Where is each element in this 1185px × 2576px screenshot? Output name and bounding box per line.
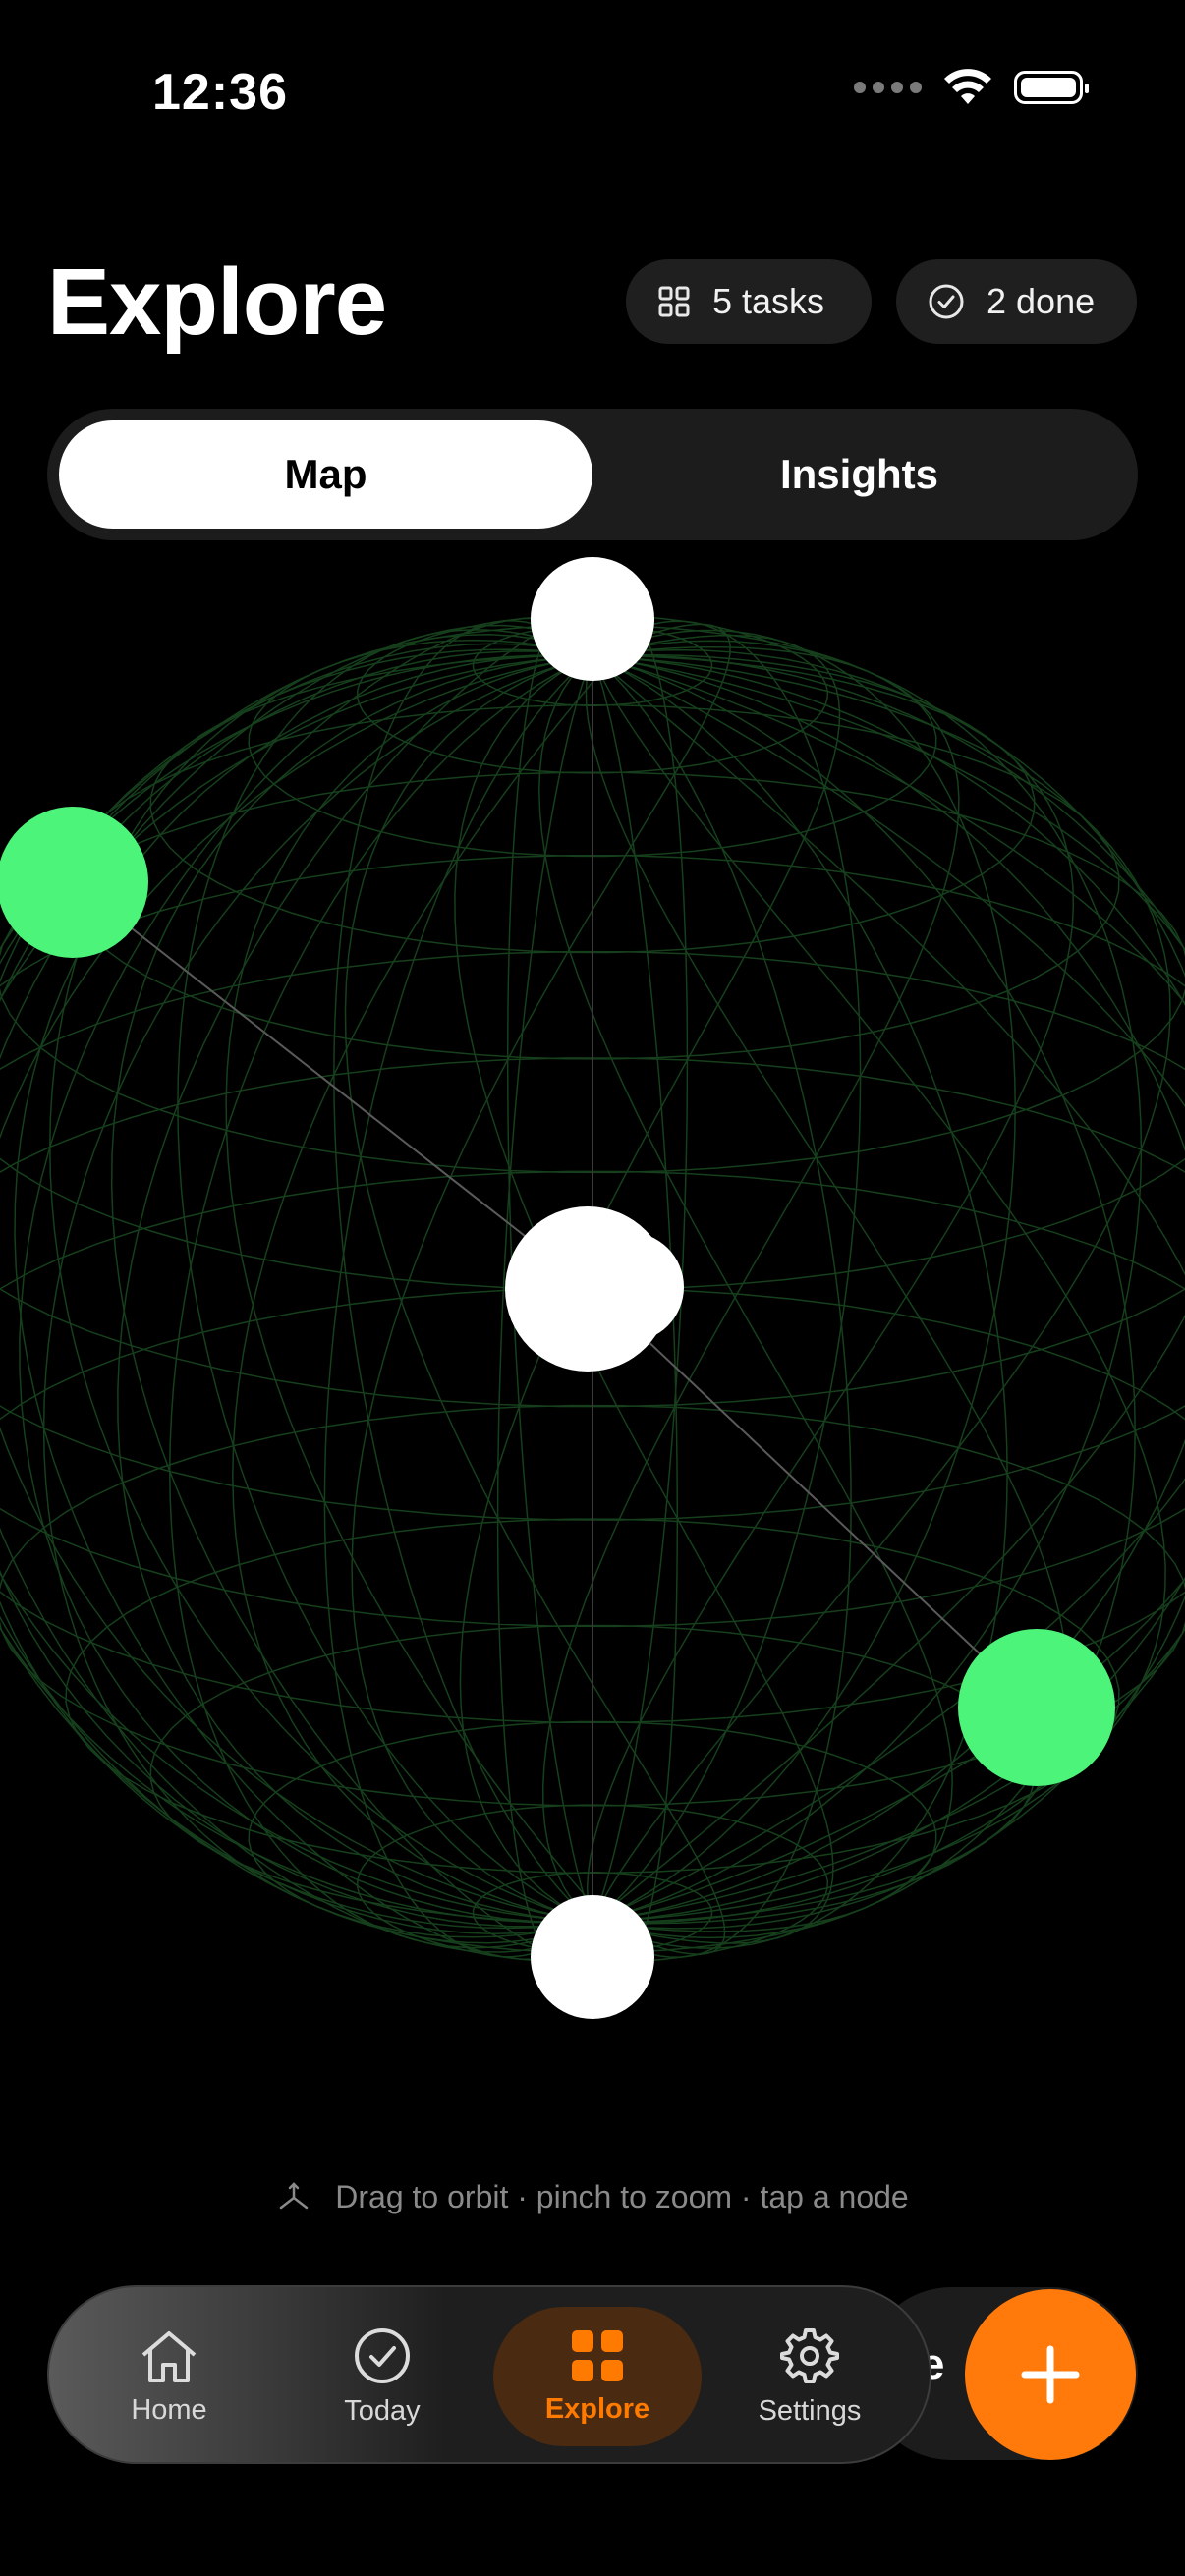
graph-node[interactable] (531, 557, 654, 681)
plus-icon (1021, 2345, 1080, 2404)
home-icon (141, 2330, 197, 2382)
tab-map[interactable]: Map (59, 420, 592, 529)
check-circle-icon (929, 284, 964, 319)
grid-icon (658, 286, 690, 317)
graph-edge (72, 881, 593, 1290)
view-segmented-control: Map Insights (47, 409, 1138, 540)
done-count-badge[interactable]: 2 done (896, 259, 1137, 344)
tab-today-label: Today (344, 2394, 421, 2427)
tab-insights[interactable]: Insights (592, 420, 1126, 529)
graph-node[interactable] (0, 807, 148, 958)
page-title: Explore (47, 250, 387, 355)
tab-home[interactable]: Home (65, 2307, 273, 2446)
tab-explore-label: Explore (544, 2392, 650, 2425)
tab-settings[interactable]: Settings (705, 2307, 914, 2446)
status-icons (854, 69, 1089, 106)
tab-explore[interactable]: Explore (493, 2307, 702, 2446)
orbit-axes-icon (280, 2181, 309, 2209)
gesture-hint: Drag to orbit · pinch to zoom · tap a no… (0, 2179, 1185, 2215)
grid-icon (572, 2329, 623, 2381)
check-circle-icon (355, 2327, 410, 2383)
tasks-count-label: 5 tasks (712, 281, 825, 321)
graph-node[interactable] (531, 1895, 654, 2019)
tab-settings-label: Settings (758, 2394, 862, 2427)
graph-node[interactable] (958, 1629, 1115, 1786)
add-task-button[interactable] (965, 2289, 1136, 2460)
status-time: 12:36 (152, 64, 288, 121)
tab-home-label: Home (131, 2393, 207, 2426)
signal-icon (854, 82, 922, 93)
gear-icon (780, 2327, 839, 2383)
battery-icon (1014, 71, 1089, 104)
graph-edge (592, 1288, 1038, 1708)
wifi-icon (944, 69, 991, 104)
gesture-hint-text: Drag to orbit · pinch to zoom · tap a no… (335, 2179, 909, 2214)
done-count-label: 2 done (987, 281, 1096, 321)
tasks-count-badge[interactable]: 5 tasks (626, 259, 872, 344)
task-graph-canvas[interactable] (0, 393, 1185, 2181)
tab-bar: Home Today Explore Settings (47, 2285, 931, 2464)
tab-today[interactable]: Today (278, 2307, 486, 2446)
graph-node[interactable] (505, 1206, 670, 1372)
